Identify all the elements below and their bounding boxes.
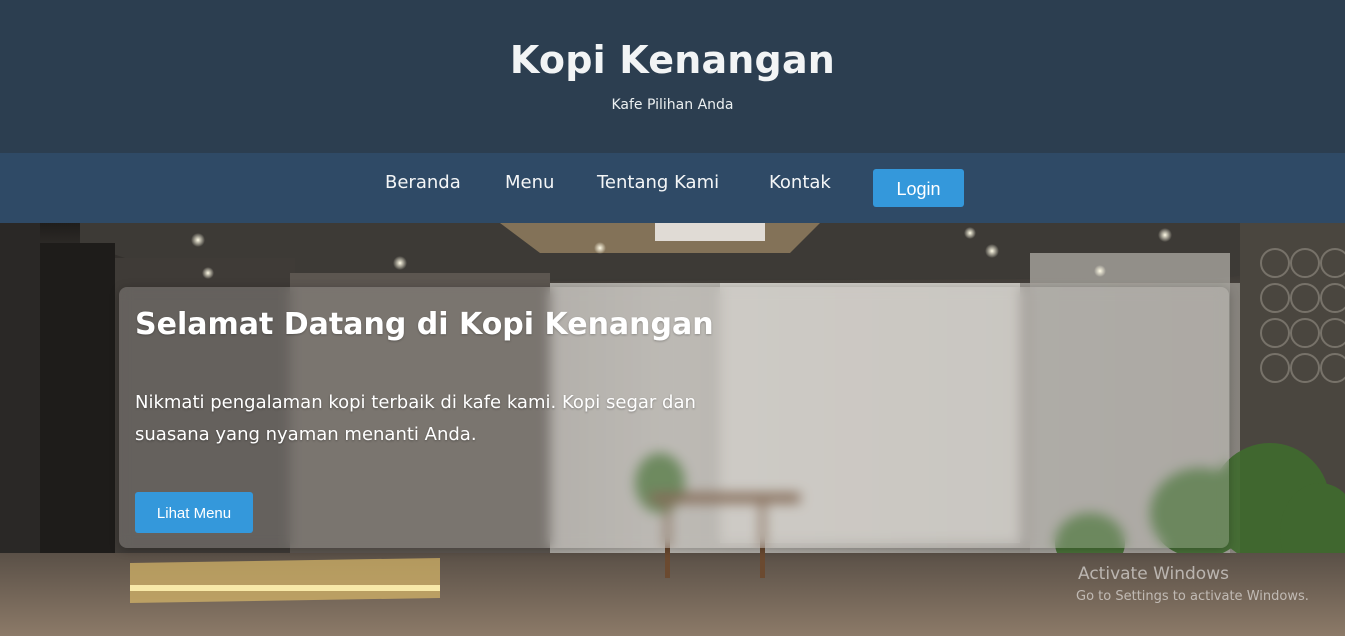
view-menu-button[interactable]: Lihat Menu	[135, 492, 253, 533]
nav-item-menu[interactable]: Menu	[505, 172, 554, 193]
nav-item-beranda[interactable]: Beranda	[385, 172, 461, 193]
site-title: Kopi Kenangan	[509, 38, 836, 82]
nav-item-kontak[interactable]: Kontak	[769, 172, 831, 193]
site-header: Kopi Kenangan Kafe Pilihan Anda	[0, 0, 1345, 153]
hero-heading: Selamat Datang di Kopi Kenangan	[135, 307, 714, 342]
hero-description: Nikmati pengalaman kopi terbaik di kafe …	[135, 392, 696, 445]
site-tagline: Kafe Pilihan Anda	[611, 97, 734, 113]
activate-windows-watermark-title: Activate Windows	[1078, 564, 1229, 584]
activate-windows-watermark-subtitle: Go to Settings to activate Windows.	[1076, 589, 1309, 604]
nav-item-tentang-kami[interactable]: Tentang Kami	[597, 172, 719, 193]
main-navbar: Beranda Menu Tentang Kami Kontak	[0, 153, 1345, 223]
login-button[interactable]: Login	[873, 169, 964, 207]
